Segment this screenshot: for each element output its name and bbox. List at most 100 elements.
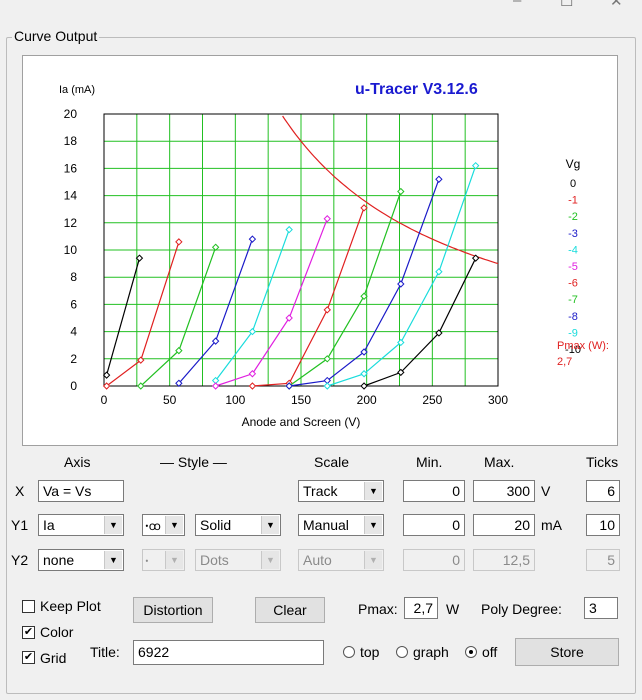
y-tick-label: 0 <box>70 379 77 393</box>
legend-entry: -3 <box>568 228 578 240</box>
y1-unit: mA <box>541 517 562 533</box>
clear-button[interactable]: Clear <box>255 597 325 623</box>
y2-axis-select[interactable]: none ▼ <box>38 549 124 571</box>
y-tick-label: 20 <box>64 107 78 121</box>
keep-plot-checkbox[interactable] <box>22 600 35 613</box>
y-tick-label: 4 <box>70 325 77 339</box>
legend-entry: -2 <box>568 211 578 223</box>
marker-icon: ꞏꝏ <box>145 519 161 533</box>
y1-style-value: Solid <box>200 517 232 533</box>
x-tick-label: 150 <box>291 393 311 407</box>
legend-entry: -9 <box>568 327 578 339</box>
poly-degree-label: Poly Degree: <box>481 601 562 617</box>
y1-max-field[interactable]: 20 <box>473 514 535 536</box>
y1-style-select[interactable]: Solid ▼ <box>195 514 281 536</box>
marker-icon: ꞏ <box>145 554 149 568</box>
x-tick-label: 250 <box>422 393 442 407</box>
y1-min-field[interactable]: 0 <box>403 514 465 536</box>
close-button[interactable]: ✕ <box>610 0 623 10</box>
legend-title: Vg <box>566 157 581 171</box>
y-tick-label: 14 <box>64 189 78 203</box>
legend-top-radio[interactable] <box>343 646 355 658</box>
header-style: — Style — <box>160 454 227 470</box>
x-min-field[interactable]: 0 <box>403 480 465 502</box>
legend-entry: 0 <box>570 178 576 190</box>
chevron-down-icon: ▼ <box>364 551 382 569</box>
header-min: Min. <box>416 454 443 470</box>
y1-axis-select[interactable]: Ia ▼ <box>38 514 124 536</box>
x-axis-field[interactable]: Va = Vs <box>38 480 124 502</box>
group-title: Curve Output <box>12 28 100 44</box>
minimize-button[interactable]: – <box>513 0 521 9</box>
y-tick-label: 6 <box>70 297 77 311</box>
legend-entry: -8 <box>568 311 578 323</box>
y2-ticks-field: 5 <box>586 549 620 571</box>
x-tick-label: 300 <box>488 393 508 407</box>
chevron-down-icon: ▼ <box>364 516 382 534</box>
legend-off-radio[interactable] <box>465 646 477 658</box>
pmax-field[interactable]: 2,7 <box>404 597 438 619</box>
title-input[interactable]: 6922 <box>133 640 324 665</box>
y2-axis-value: none <box>43 552 75 568</box>
y2-marker-select: ꞏ ▼ <box>142 549 185 571</box>
x-tick-label: 200 <box>357 393 377 407</box>
header-ticks: Ticks <box>586 454 619 470</box>
header-axis: Axis <box>64 454 91 470</box>
maximize-button[interactable]: ☐ <box>560 0 573 10</box>
y1-scale-value: Manual <box>303 517 349 533</box>
y1-marker-select[interactable]: ꞏꝏ ▼ <box>142 514 185 536</box>
pmax-legend-value: 2,7 <box>557 356 572 368</box>
y2-style-select: Dots ▼ <box>195 549 281 571</box>
store-button[interactable]: Store <box>515 638 619 666</box>
y1-axis-value: Ia <box>43 517 55 533</box>
grid-label: Grid <box>40 650 67 666</box>
x-unit: V <box>541 483 551 499</box>
y2-max-field: 12,5 <box>473 549 535 571</box>
y-axis-label: Ia (mA) <box>59 84 95 96</box>
legend-entry: -5 <box>568 261 578 273</box>
chevron-down-icon: ▼ <box>364 482 382 500</box>
x-tick-label: 50 <box>163 393 177 407</box>
x-axis-label: Anode and Screen (V) <box>242 415 361 429</box>
y2-scale-select: Auto ▼ <box>298 549 384 571</box>
y2-style-value: Dots <box>200 552 229 568</box>
x-max-field[interactable]: 300 <box>473 480 535 502</box>
color-label: Color <box>40 624 74 640</box>
tube-curve-chart: 024681012141618200 50 100 150 200 250 300Ia (m… <box>59 81 609 429</box>
pmax-label: Pmax: <box>358 601 398 617</box>
distortion-button[interactable]: Distortion <box>133 597 213 623</box>
y-tick-label: 2 <box>70 352 77 366</box>
x-ticks-field[interactable]: 6 <box>586 480 620 502</box>
chevron-down-icon: ▼ <box>165 551 183 569</box>
legend-entry: -1 <box>568 195 578 207</box>
chevron-down-icon: ▼ <box>261 516 279 534</box>
plot-panel: 0 2 4 6 8 10 12 14 16 18 20 0 50 100 150 200 250 300 Ia (m… <box>22 55 618 446</box>
y-tick-label: 8 <box>70 270 77 284</box>
grid-checkbox[interactable]: ✔ <box>22 651 35 664</box>
chevron-down-icon: ▼ <box>165 516 183 534</box>
legend-top-label: top <box>360 644 380 660</box>
row-x-label: X <box>15 483 25 499</box>
pmax-legend-label: Pmax (W): <box>557 340 609 352</box>
x-tick-label: 100 <box>225 393 245 407</box>
chart-title: u-Tracer V3.12.6 <box>355 81 478 98</box>
legend-entry: -6 <box>568 278 578 290</box>
x-tick-label: 0 <box>101 393 108 407</box>
legend-graph-radio[interactable] <box>396 646 408 658</box>
chevron-down-icon: ▼ <box>261 551 279 569</box>
header-scale: Scale <box>314 454 350 470</box>
legend-off-label: off <box>482 644 498 660</box>
y1-ticks-field[interactable]: 10 <box>586 514 620 536</box>
y1-scale-select[interactable]: Manual ▼ <box>298 514 384 536</box>
title-label: Title: <box>90 644 120 660</box>
header-max: Max. <box>484 454 515 470</box>
y-tick-label: 12 <box>64 216 78 230</box>
row-y2-label: Y2 <box>11 552 29 568</box>
legend-entry: -4 <box>568 244 578 256</box>
row-y1-label: Y1 <box>11 517 29 533</box>
color-checkbox[interactable]: ✔ <box>22 626 35 639</box>
chevron-down-icon: ▼ <box>104 551 122 569</box>
x-scale-select[interactable]: Track ▼ <box>298 480 384 502</box>
poly-degree-field[interactable]: 3 <box>584 597 618 619</box>
y2-min-field: 0 <box>403 549 465 571</box>
